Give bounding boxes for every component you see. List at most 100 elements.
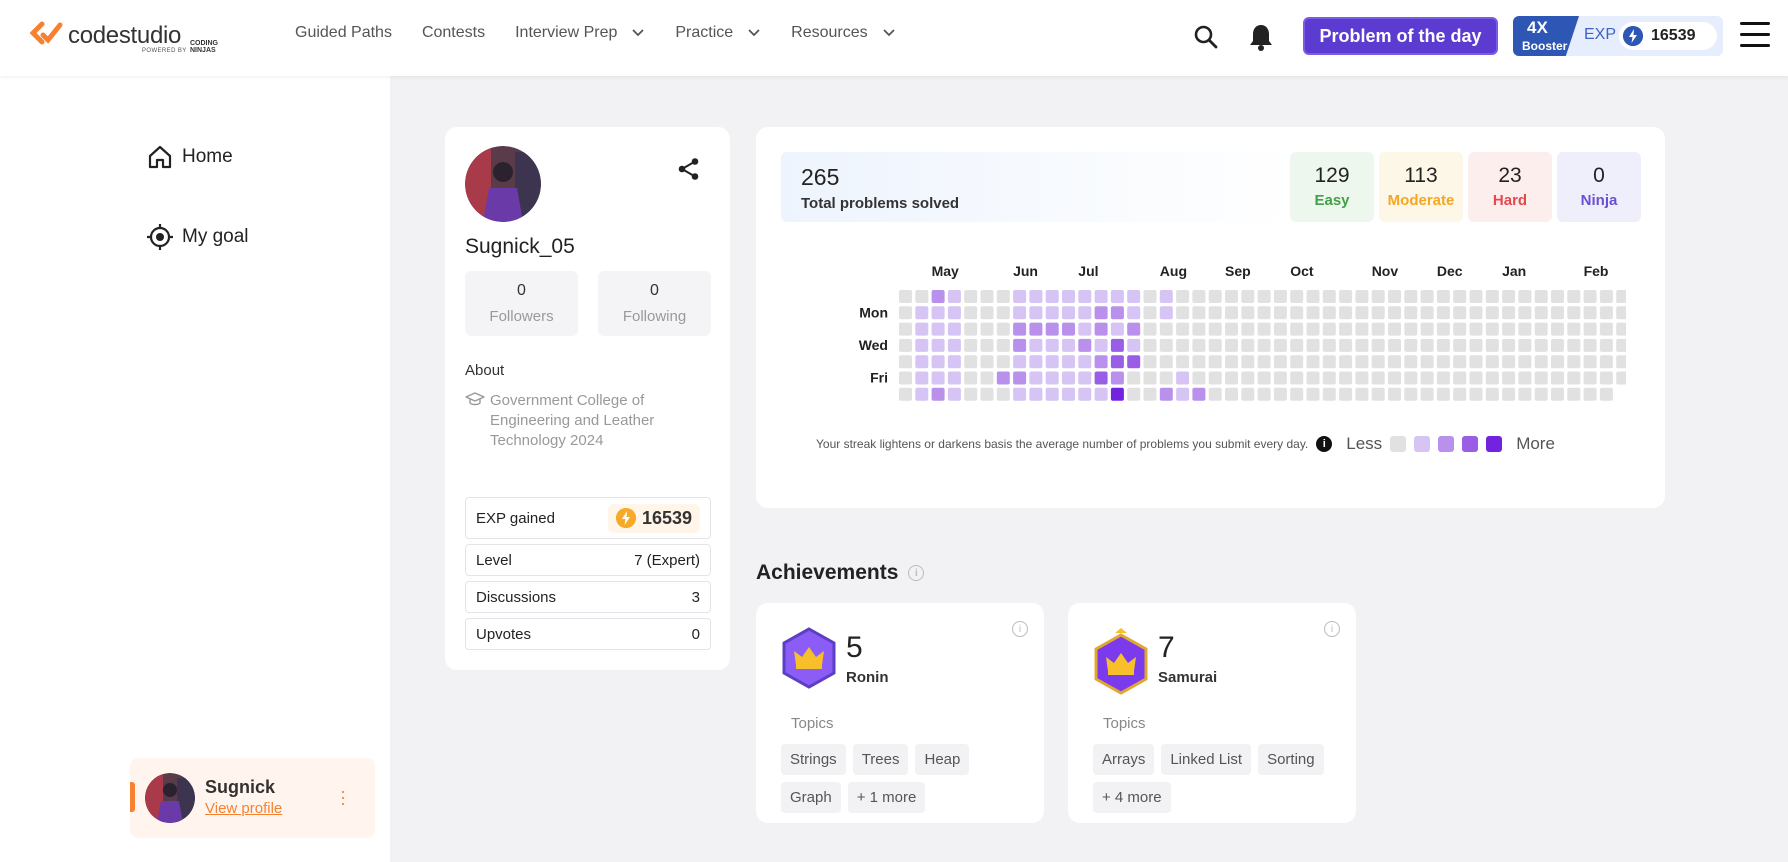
heatmap-cell[interactable] xyxy=(1127,371,1141,385)
heatmap-cell[interactable] xyxy=(1388,290,1401,303)
heatmap-cell[interactable] xyxy=(1110,306,1124,320)
heatmap-cell[interactable] xyxy=(1306,290,1320,303)
heatmap-cell[interactable] xyxy=(931,338,945,352)
info-icon[interactable]: i xyxy=(1324,621,1340,637)
heatmap-cell[interactable] xyxy=(996,371,1010,385)
heatmap-cell[interactable] xyxy=(1502,306,1516,320)
heatmap-cell[interactable] xyxy=(996,338,1010,352)
heatmap-cell[interactable] xyxy=(1469,387,1483,401)
heatmap-cell[interactable] xyxy=(1322,322,1336,336)
heatmap-cell[interactable] xyxy=(1502,355,1516,369)
heatmap-cell[interactable] xyxy=(1518,290,1532,303)
heatmap-cell[interactable] xyxy=(1453,355,1467,369)
heatmap-cell[interactable] xyxy=(899,306,912,320)
heatmap-cell[interactable] xyxy=(1208,306,1222,320)
heatmap-cell[interactable] xyxy=(1599,290,1613,303)
heatmap-cell[interactable] xyxy=(1208,322,1222,336)
heatmap-cell[interactable] xyxy=(1078,355,1092,369)
heatmap-cell[interactable] xyxy=(1502,371,1516,385)
heatmap-cell[interactable] xyxy=(1029,322,1043,336)
heatmap-cell[interactable] xyxy=(1567,355,1581,369)
heatmap-cell[interactable] xyxy=(1551,322,1564,336)
heatmap-cell[interactable] xyxy=(1453,290,1467,303)
heatmap-cell[interactable] xyxy=(1453,387,1467,401)
heatmap-cell[interactable] xyxy=(1306,355,1320,369)
heatmap-cell[interactable] xyxy=(980,338,994,352)
heatmap-cell[interactable] xyxy=(1404,290,1418,303)
heatmap-cell[interactable] xyxy=(1257,338,1271,352)
heatmap-cell[interactable] xyxy=(1176,387,1190,401)
heatmap-cell[interactable] xyxy=(1485,290,1499,303)
heatmap-cell[interactable] xyxy=(1485,355,1499,369)
heatmap-cell[interactable] xyxy=(1339,338,1353,352)
heatmap-cell[interactable] xyxy=(1420,355,1434,369)
more-topics-tag[interactable]: + 1 more xyxy=(847,782,926,813)
heatmap-cell[interactable] xyxy=(1176,355,1190,369)
following-box[interactable]: 0 Following xyxy=(598,271,711,336)
heatmap-cell[interactable] xyxy=(1062,290,1075,303)
heatmap-cell[interactable] xyxy=(899,290,912,303)
heatmap-cell[interactable] xyxy=(1257,290,1271,303)
heatmap-cell[interactable] xyxy=(1567,338,1581,352)
heatmap-cell[interactable] xyxy=(1355,371,1369,385)
heatmap-cell[interactable] xyxy=(1518,338,1532,352)
heatmap-cell[interactable] xyxy=(1388,338,1401,352)
heatmap-cell[interactable] xyxy=(1616,306,1626,320)
heatmap-cell[interactable] xyxy=(1290,322,1304,336)
heatmap-cell[interactable] xyxy=(1013,306,1027,320)
heatmap-cell[interactable] xyxy=(1306,387,1320,401)
heatmap-cell[interactable] xyxy=(1208,371,1222,385)
heatmap-cell[interactable] xyxy=(1420,322,1434,336)
heatmap-cell[interactable] xyxy=(1436,290,1450,303)
heatmap-cell[interactable] xyxy=(1518,322,1532,336)
heatmap-cell[interactable] xyxy=(931,306,945,320)
heatmap-cell[interactable] xyxy=(1502,338,1516,352)
heatmap-cell[interactable] xyxy=(1599,322,1613,336)
heatmap-cell[interactable] xyxy=(1371,355,1385,369)
heatmap-cell[interactable] xyxy=(1306,306,1320,320)
heatmap-cell[interactable] xyxy=(1013,371,1027,385)
heatmap-cell[interactable] xyxy=(1192,306,1206,320)
heatmap-cell[interactable] xyxy=(1322,387,1336,401)
heatmap-cell[interactable] xyxy=(1159,371,1173,385)
heatmap-cell[interactable] xyxy=(1062,371,1075,385)
heatmap-cell[interactable] xyxy=(1599,387,1613,401)
heatmap-cell[interactable] xyxy=(1469,322,1483,336)
heatmap-cell[interactable] xyxy=(1453,322,1467,336)
heatmap-cell[interactable] xyxy=(931,387,945,401)
heatmap-cell[interactable] xyxy=(1534,371,1548,385)
heatmap-cell[interactable] xyxy=(899,355,912,369)
heatmap-cell[interactable] xyxy=(1257,322,1271,336)
heatmap-cell[interactable] xyxy=(1322,338,1336,352)
heatmap-cell[interactable] xyxy=(1436,322,1450,336)
heatmap-cell[interactable] xyxy=(1616,371,1626,385)
menu-icon[interactable] xyxy=(1740,22,1770,48)
heatmap-cell[interactable] xyxy=(1127,290,1141,303)
nav-contests[interactable]: Contests xyxy=(422,24,485,42)
heatmap-cell[interactable] xyxy=(1436,306,1450,320)
heatmap-cell[interactable] xyxy=(1029,355,1043,369)
heatmap-cell[interactable] xyxy=(1436,338,1450,352)
heatmap-cell[interactable] xyxy=(899,338,912,352)
heatmap-cell[interactable] xyxy=(1436,371,1450,385)
heatmap-cell[interactable] xyxy=(1290,338,1304,352)
topic-tag[interactable]: Heap xyxy=(915,744,970,775)
heatmap-cell[interactable] xyxy=(1176,322,1190,336)
heatmap-cell[interactable] xyxy=(1225,387,1238,401)
heatmap-cell[interactable] xyxy=(980,387,994,401)
heatmap-cell[interactable] xyxy=(1388,387,1401,401)
heatmap-cell[interactable] xyxy=(1273,306,1287,320)
heatmap-cell[interactable] xyxy=(1534,290,1548,303)
heatmap-cell[interactable] xyxy=(964,290,978,303)
heatmap-cell[interactable] xyxy=(1469,290,1483,303)
heatmap-cell[interactable] xyxy=(1225,306,1238,320)
heatmap-cell[interactable] xyxy=(1062,387,1075,401)
heatmap-cell[interactable] xyxy=(1404,322,1418,336)
heatmap-cell[interactable] xyxy=(1159,306,1173,320)
heatmap-cell[interactable] xyxy=(1176,306,1190,320)
heatmap-cell[interactable] xyxy=(1355,338,1369,352)
heatmap-cell[interactable] xyxy=(1062,338,1075,352)
heatmap-cell[interactable] xyxy=(964,387,978,401)
heatmap-cell[interactable] xyxy=(1436,355,1450,369)
heatmap-cell[interactable] xyxy=(1322,306,1336,320)
